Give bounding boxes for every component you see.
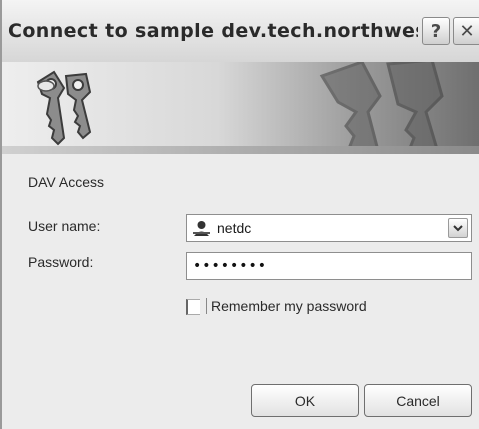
- username-combobox[interactable]: netdc: [186, 214, 472, 242]
- banner: [2, 62, 479, 154]
- keys-watermark-icon: [319, 62, 444, 154]
- chevron-down-icon: [453, 225, 463, 232]
- banner-stripe: [2, 146, 479, 154]
- close-icon: ✕: [459, 20, 475, 42]
- connect-dialog: Connect to sample dev.tech.northwester..…: [0, 0, 479, 429]
- close-button[interactable]: ✕: [453, 17, 479, 45]
- title-bar[interactable]: Connect to sample dev.tech.northwester..…: [2, 0, 479, 63]
- window-title: Connect to sample dev.tech.northwester..…: [8, 20, 418, 42]
- cancel-button[interactable]: Cancel: [364, 384, 472, 417]
- help-button[interactable]: ?: [422, 17, 450, 45]
- ok-button[interactable]: OK: [251, 384, 359, 417]
- username-value: netdc: [217, 220, 252, 236]
- realm-text: DAV Access: [28, 174, 104, 190]
- user-icon: [193, 221, 210, 236]
- password-label: Password:: [28, 254, 94, 270]
- remember-password-label[interactable]: Remember my password: [206, 298, 367, 314]
- username-dropdown-button[interactable]: [448, 218, 468, 238]
- password-field[interactable]: ••••••••: [186, 252, 472, 280]
- keys-icon: [36, 70, 92, 146]
- username-label: User name:: [28, 218, 101, 234]
- remember-password-checkbox[interactable]: [186, 299, 200, 315]
